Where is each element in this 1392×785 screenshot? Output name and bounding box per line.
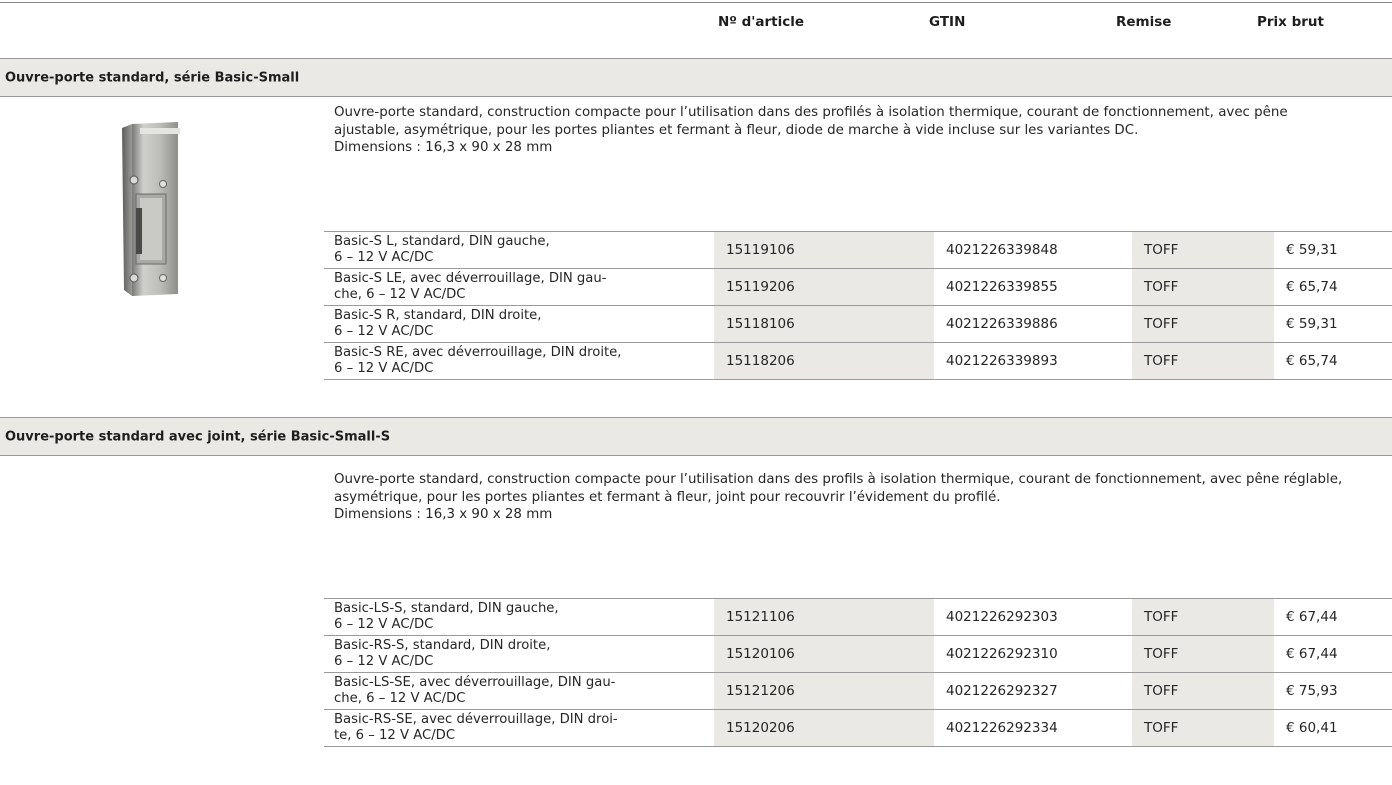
door-opener-image — [118, 118, 188, 300]
col-header-gtin: GTIN — [929, 14, 966, 30]
table-row: Basic-S R, standard, DIN droite, 6 – 12 V… — [324, 305, 1392, 343]
article-number: 15119106 — [714, 231, 934, 269]
product-name: Basic-LS-S, standard, DIN gauche, 6 – 12 … — [324, 598, 714, 636]
description-text: Ouvre-porte standard, construction compa… — [334, 472, 1343, 505]
product-name: Basic-RS-SE, avec déverrouillage, DIN dr… — [324, 709, 714, 747]
gtin: 4021226339855 — [934, 268, 1132, 306]
product-name: Basic-S R, standard, DIN droite, 6 – 12 V… — [324, 305, 714, 343]
table-row: Basic-S L, standard, DIN gauche, 6 – 12 V… — [324, 231, 1392, 269]
table-row: Basic-RS-S, standard, DIN droite, 6 – 12 … — [324, 635, 1392, 673]
table-row: Basic-LS-SE, avec déverrouillage, DIN ga… — [324, 672, 1392, 710]
remise: TOFF — [1132, 598, 1274, 636]
gtin: 4021226339893 — [934, 342, 1132, 380]
col-header-prix: Prix brut — [1257, 14, 1324, 30]
gtin: 4021226292327 — [934, 672, 1132, 710]
product-name: Basic-S L, standard, DIN gauche, 6 – 12 V… — [324, 231, 714, 269]
remise: TOFF — [1132, 231, 1274, 269]
article-number: 15121106 — [714, 598, 934, 636]
prix-brut: € 65,74 — [1274, 268, 1392, 306]
section-header-basic-small-s: Ouvre-porte standard avec joint, série B… — [0, 417, 1392, 456]
remise: TOFF — [1132, 635, 1274, 673]
product-name: Basic-S RE, avec déverrouillage, DIN dro… — [324, 342, 714, 380]
gtin: 4021226339848 — [934, 231, 1132, 269]
prix-brut: € 65,74 — [1274, 342, 1392, 380]
product-name: Basic-S LE, avec déverrouillage, DIN gau… — [324, 268, 714, 306]
section-title: Ouvre-porte standard, série Basic-Small — [5, 70, 300, 85]
top-rule — [0, 2, 1392, 3]
remise: TOFF — [1132, 305, 1274, 343]
table-row: Basic-S RE, avec déverrouillage, DIN dro… — [324, 342, 1392, 380]
section-header-basic-small: Ouvre-porte standard, série Basic-Small — [0, 58, 1392, 97]
prix-brut: € 67,44 — [1274, 635, 1392, 673]
remise: TOFF — [1132, 268, 1274, 306]
description-text: Ouvre-porte standard, construction compa… — [334, 105, 1288, 138]
gtin: 4021226339886 — [934, 305, 1132, 343]
remise: TOFF — [1132, 672, 1274, 710]
gtin: 4021226292334 — [934, 709, 1132, 747]
table-row: Basic-LS-S, standard, DIN gauche, 6 – 12 … — [324, 598, 1392, 636]
dimensions-text: Dimensions : 16,3 x 90 x 28 mm — [334, 507, 553, 523]
gtin: 4021226292303 — [934, 598, 1132, 636]
section-title: Ouvre-porte standard avec joint, série B… — [5, 429, 391, 444]
article-number: 15121206 — [714, 672, 934, 710]
table-row: Basic-RS-SE, avec déverrouillage, DIN dr… — [324, 709, 1392, 747]
product-name: Basic-LS-SE, avec déverrouillage, DIN ga… — [324, 672, 714, 710]
table-row: Basic-S LE, avec déverrouillage, DIN gau… — [324, 268, 1392, 306]
article-number: 15120206 — [714, 709, 934, 747]
col-header-remise: Remise — [1116, 14, 1172, 30]
product-table-basic-small-s: Basic-LS-S, standard, DIN gauche, 6 – 12 … — [324, 598, 1392, 747]
col-header-article: Nº d'article — [718, 14, 805, 30]
product-name: Basic-RS-S, standard, DIN droite, 6 – 12 … — [324, 635, 714, 673]
article-number: 15118206 — [714, 342, 934, 380]
article-number: 15118106 — [714, 305, 934, 343]
remise: TOFF — [1132, 709, 1274, 747]
product-table-basic-small: Basic-S L, standard, DIN gauche, 6 – 12 V… — [324, 231, 1392, 380]
remise: TOFF — [1132, 342, 1274, 380]
prix-brut: € 60,41 — [1274, 709, 1392, 747]
prix-brut: € 59,31 — [1274, 305, 1392, 343]
section-description: Ouvre-porte standard, construction compa… — [334, 104, 1344, 157]
gtin: 4021226292310 — [934, 635, 1132, 673]
dimensions-text: Dimensions : 16,3 x 90 x 28 mm — [334, 140, 553, 156]
prix-brut: € 59,31 — [1274, 231, 1392, 269]
section-description: Ouvre-porte standard, construction compa… — [334, 471, 1344, 524]
prix-brut: € 67,44 — [1274, 598, 1392, 636]
article-number: 15120106 — [714, 635, 934, 673]
article-number: 15119206 — [714, 268, 934, 306]
prix-brut: € 75,93 — [1274, 672, 1392, 710]
